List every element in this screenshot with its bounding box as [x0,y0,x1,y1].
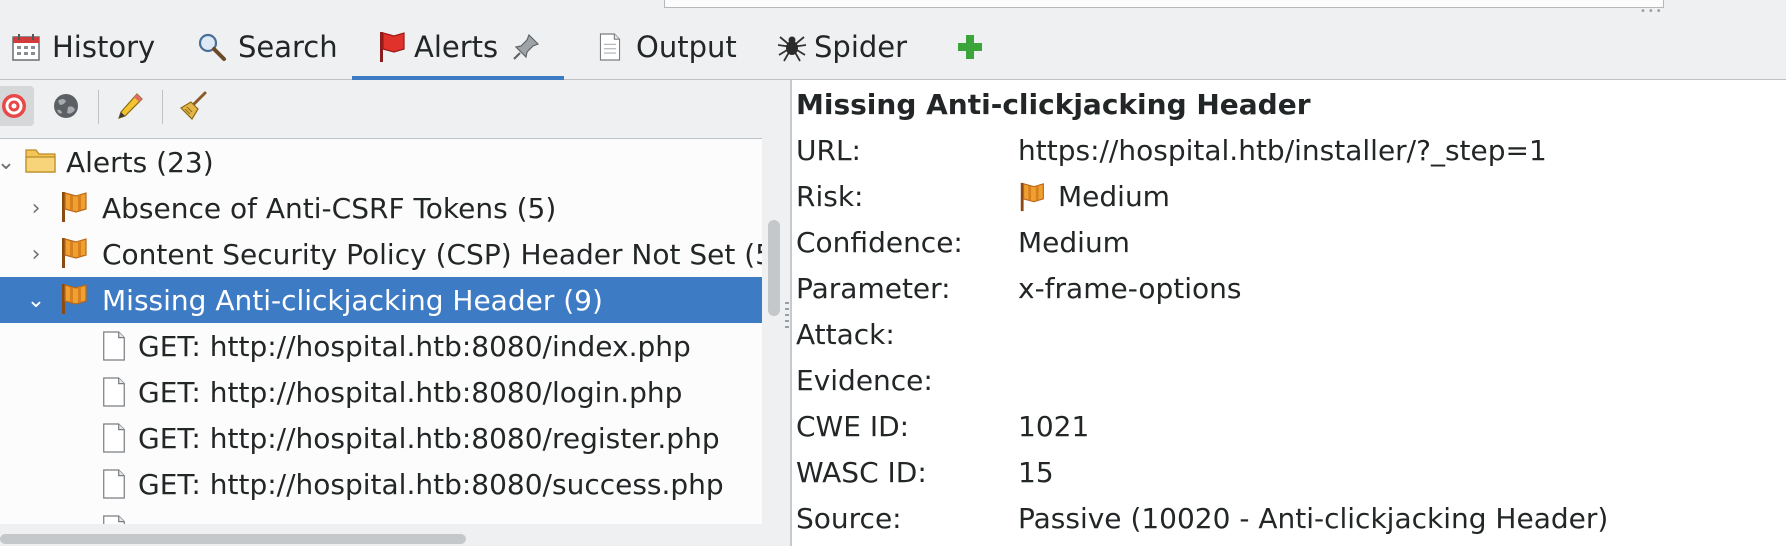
tree-horizontal-scrollbar[interactable] [0,526,762,546]
pencil-icon [118,93,143,119]
detail-row-source: Source: Passive (10020 - Anti-clickjacki… [796,498,1776,538]
flag-icon [374,29,410,65]
pin-icon[interactable] [508,29,544,65]
flag-orange-icon [60,236,92,270]
detail-value: x-frame-options [1018,272,1242,305]
detail-label: Risk: [796,180,864,213]
detail-row-risk: Risk: Medium [796,176,1776,216]
tree-node-label: GET: http://hospital.htb:8080/register.p… [138,421,720,455]
detail-value: Passive (10020 - Anti-clickjacking Heade… [1018,502,1609,535]
tab-alerts[interactable]: Alerts [352,14,565,81]
tree-root-alerts[interactable]: ⌄ Alerts (23) [0,139,762,185]
tree-node-label: GET: http://hospital.htb:8080/success.ph… [138,467,724,501]
detail-label: Source: [796,502,902,535]
tab-history[interactable]: History [8,14,155,80]
chevron-down-icon[interactable]: ⌄ [0,150,16,175]
toolbar-separator [162,90,163,124]
tree-item-partial[interactable] [0,507,762,524]
tab-label: Search [238,30,338,64]
tree-group-anti-clickjacking[interactable]: ⌄ Missing Anti-clickjacking Header (9) [0,277,762,323]
alerts-toolbar [0,80,784,136]
scrollbar-thumb[interactable] [768,220,780,316]
detail-label: CWE ID: [796,410,910,443]
alert-detail-pane: Missing Anti-clickjacking Header URL: ht… [790,80,1786,546]
detail-label: Confidence: [796,226,963,259]
detail-row-attack: Attack: [796,314,1776,354]
add-tab-icon [952,29,988,65]
calendar-icon [8,29,44,65]
target-icon [2,94,26,118]
add-tab-button[interactable] [952,14,996,80]
document-icon [100,375,132,409]
scrollbar-thumb[interactable] [0,534,466,544]
tab-bar: History Search Alerts Output Spider [0,14,1786,81]
tab-label: Spider [814,30,908,64]
detail-label: Attack: [796,318,895,351]
document-icon [100,329,132,363]
flag-orange-icon [60,190,92,224]
document-icon [592,29,628,65]
tree-item[interactable]: GET: http://hospital.htb:8080/index.php [0,323,762,369]
spider-icon [774,29,810,65]
toolbar-separator [98,90,99,124]
chevron-right-icon[interactable]: › [26,242,46,267]
flag-orange-icon [60,282,92,316]
detail-value: Medium [1018,180,1170,213]
detail-row-confidence: Confidence: Medium [796,222,1776,262]
detail-row-cwe-id: CWE ID: 1021 [796,406,1776,446]
magnifier-icon [194,29,230,65]
document-icon [100,467,132,501]
detail-value: Medium [1018,226,1130,259]
edit-alert-button[interactable] [110,86,150,126]
detail-label: WASC ID: [796,456,927,489]
tree-group-anti-csrf[interactable]: › Absence of Anti-CSRF Tokens (5) [0,185,762,231]
tree-item[interactable]: GET: http://hospital.htb:8080/success.ph… [0,461,762,507]
detail-row-evidence: Evidence: [796,360,1776,400]
broom-icon [180,91,207,120]
detail-label: Evidence: [796,364,933,397]
delete-all-alerts-button[interactable] [174,86,214,126]
detail-label: URL: [796,134,861,167]
url-field-edge[interactable] [664,0,1664,8]
tree-node-label: Alerts (23) [66,145,214,179]
tab-output[interactable]: Output [592,14,737,80]
tab-label: Output [636,30,737,64]
tab-search[interactable]: Search [194,14,338,80]
linked-only-button[interactable] [46,86,86,126]
tree-group-csp-header[interactable]: › Content Security Policy (CSP) Header N… [0,231,762,277]
scope-filter-button[interactable] [0,86,34,126]
alerts-tree[interactable]: ⌄ Alerts (23) › Absence of Anti-CSRF Tok… [0,138,762,524]
splitter-grip-icon[interactable] [785,302,789,330]
detail-row-url: URL: https://hospital.htb/installer/?_st… [796,130,1776,170]
globe-icon [54,94,78,118]
tree-node-label: GET: http://hospital.htb:8080/index.php [138,329,691,363]
chevron-down-icon[interactable]: ⌄ [26,288,46,313]
tree-node-label: Absence of Anti-CSRF Tokens (5) [102,191,557,225]
tree-node-label: GET: http://hospital.htb:8080/login.php [138,375,683,409]
detail-label: Parameter: [796,272,951,305]
tab-label: Alerts [414,30,499,64]
chevron-right-icon[interactable]: › [26,196,46,221]
tree-node-label: Content Security Policy (CSP) Header Not… [102,237,762,271]
tab-spider[interactable]: Spider [774,14,907,80]
risk-value: Medium [1058,180,1170,213]
document-icon [100,421,132,455]
detail-row-wasc-id: WASC ID: 15 [796,452,1776,492]
detail-row-parameter: Parameter: x-frame-options [796,268,1776,308]
tree-vertical-scrollbar[interactable] [764,138,782,524]
alerts-tree-pane: ⌄ Alerts (23) › Absence of Anti-CSRF Tok… [0,80,784,546]
tree-item[interactable]: GET: http://hospital.htb:8080/register.p… [0,415,762,461]
flag-orange-icon [1020,181,1044,212]
folder-icon [24,145,56,179]
tree-node-label: Missing Anti-clickjacking Header (9) [102,283,603,317]
tree-item[interactable]: GET: http://hospital.htb:8080/login.php [0,369,762,415]
tab-label: History [52,30,156,64]
alert-title: Missing Anti-clickjacking Header [796,88,1311,121]
detail-value: 15 [1018,456,1054,489]
detail-value: 1021 [1018,410,1090,443]
top-strip: ••• [0,0,1786,17]
detail-value: https://hospital.htb/installer/?_step=1 [1018,134,1547,167]
document-icon [100,513,132,524]
